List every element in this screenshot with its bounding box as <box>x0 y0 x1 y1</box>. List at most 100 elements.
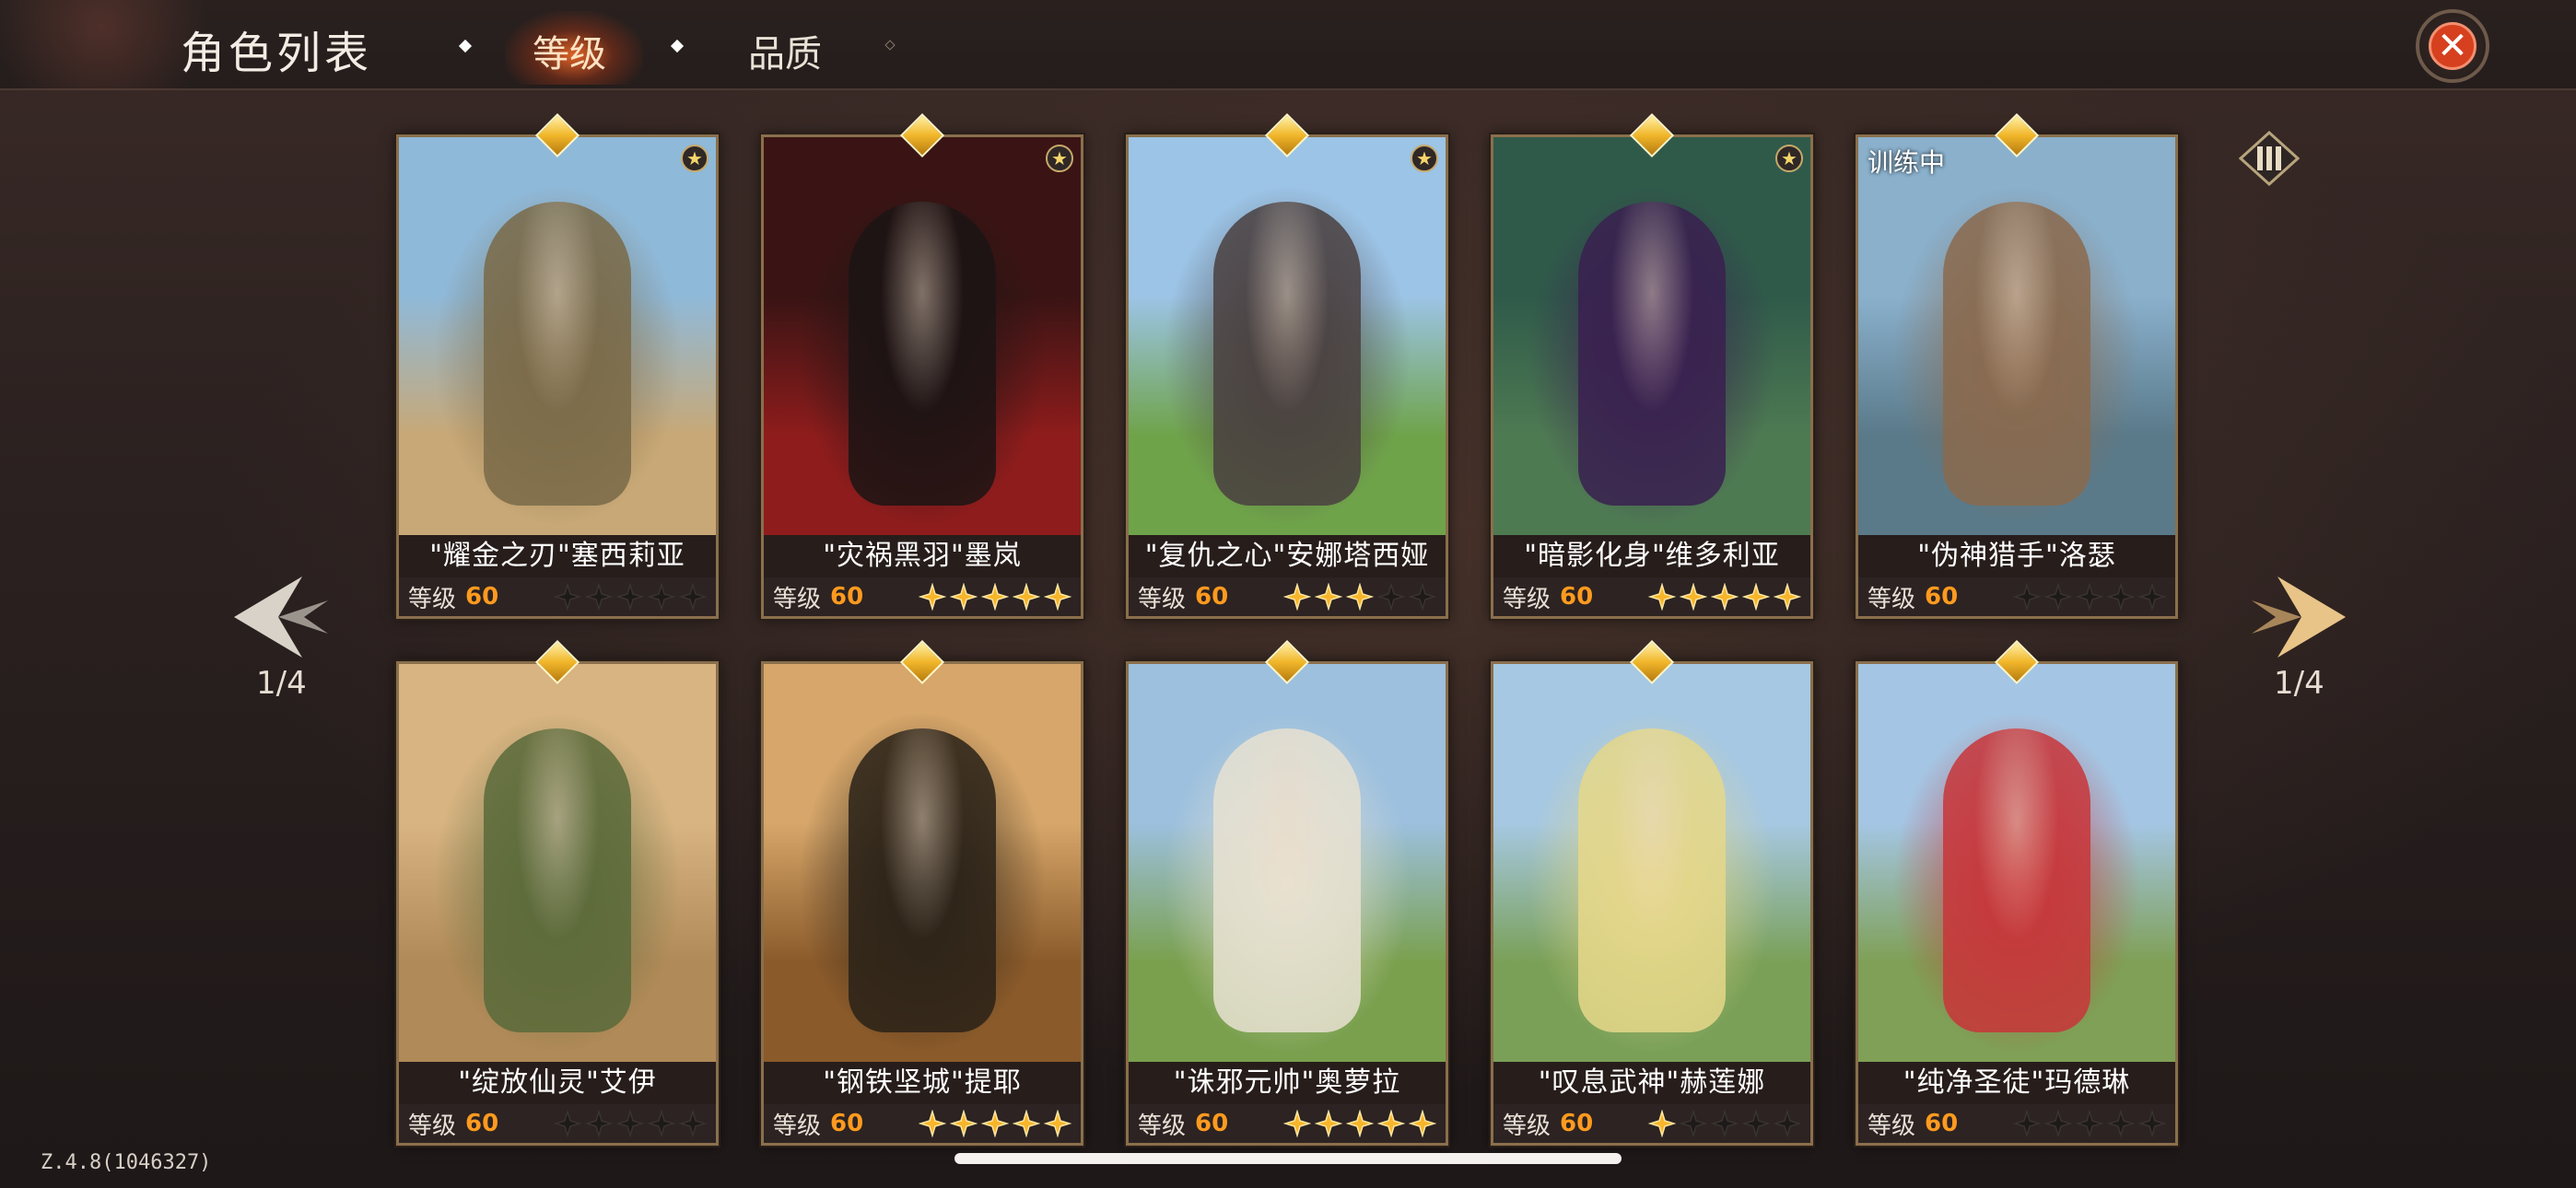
star-rating <box>554 1110 707 1137</box>
level-label: 等级 <box>1503 1112 1551 1140</box>
character-card[interactable]: "叹息武神"赫莲娜等级 60 <box>1491 661 1813 1146</box>
character-card[interactable]: ★ "灾祸黑羽"墨岚 等级 60 <box>761 134 1083 619</box>
star-icon <box>679 1110 707 1137</box>
character-card[interactable]: ★ "耀金之刃"塞西莉亚 等级 60 <box>396 134 719 619</box>
tab-quality[interactable]: 品质 <box>748 24 822 77</box>
favorite-icon[interactable]: ★ <box>1775 145 1803 172</box>
star-icon <box>2076 1110 2103 1137</box>
level-value: 60 <box>1560 583 1594 611</box>
character-silhouette <box>1578 728 1726 1032</box>
character-silhouette <box>1578 202 1726 506</box>
top-bar: 角色列表 等级 品质 ✕ <box>0 0 2576 90</box>
star-icon <box>1774 583 1801 611</box>
star-rating <box>2013 1110 2166 1137</box>
tab-divider-diamond-icon <box>884 40 896 51</box>
star-icon <box>2044 1110 2072 1137</box>
star-icon <box>1648 583 1676 611</box>
character-card[interactable]: "诛邪元帅"奥萝拉 等级 60 <box>1126 661 1448 1146</box>
tab-level[interactable]: 等级 <box>533 24 606 77</box>
star-icon <box>1346 1110 1374 1137</box>
character-silhouette <box>1213 202 1361 506</box>
home-indicator[interactable] <box>954 1153 1622 1164</box>
filter-icon <box>2238 130 2301 187</box>
favorite-icon[interactable]: ★ <box>1411 145 1438 172</box>
level-label: 等级 <box>1503 585 1551 613</box>
character-info-bar: 等级 60 <box>399 1104 716 1143</box>
character-info-bar: 等级 60 <box>399 577 716 616</box>
star-icon <box>919 583 946 611</box>
version-label: Z.4.8(1046327) <box>41 1151 212 1174</box>
next-page-button[interactable] <box>2248 571 2349 663</box>
character-name: "耀金之刃"塞西莉亚 <box>399 535 716 577</box>
star-icon <box>1315 583 1342 611</box>
star-rating <box>919 1110 1071 1137</box>
character-silhouette <box>1943 202 2090 506</box>
star-icon <box>585 1110 613 1137</box>
star-icon <box>1377 1110 1405 1137</box>
filter-button[interactable] <box>2238 130 2301 187</box>
arrow-right-icon <box>2252 577 2346 658</box>
star-icon <box>1742 1110 1770 1137</box>
character-name: "叹息武神"赫莲娜 <box>1493 1062 1810 1104</box>
prev-page-button[interactable] <box>230 571 332 663</box>
character-card[interactable]: ★ "暗影化身"维多利亚等级 60 <box>1491 134 1813 619</box>
star-icon <box>585 583 613 611</box>
character-name: "灾祸黑羽"墨岚 <box>764 535 1081 577</box>
level-value: 60 <box>830 1110 864 1137</box>
star-rating <box>1648 1110 1801 1137</box>
star-icon <box>554 1110 581 1137</box>
favorite-icon[interactable]: ★ <box>1046 145 1073 172</box>
star-icon <box>1044 1110 1071 1137</box>
character-info-bar: 等级 60 <box>1129 577 1446 616</box>
page-title: 角色列表 <box>181 28 373 79</box>
character-silhouette <box>484 202 631 506</box>
star-icon <box>1711 1110 1739 1137</box>
star-icon <box>1044 583 1071 611</box>
star-rating <box>1283 583 1436 611</box>
star-icon <box>2107 1110 2135 1137</box>
character-card[interactable]: "钢铁坚城"提耶 等级 60 <box>761 661 1083 1146</box>
character-card[interactable]: ★ "复仇之心"安娜塔西娅 等级 60 <box>1126 134 1448 619</box>
page-indicator-right: 1/4 <box>2274 665 2324 702</box>
star-icon <box>2138 583 2166 611</box>
star-icon <box>919 1110 946 1137</box>
character-name: "暗影化身"维多利亚 <box>1493 535 1810 577</box>
star-icon <box>1377 583 1405 611</box>
level-value: 60 <box>1560 1110 1594 1137</box>
character-silhouette <box>484 728 631 1032</box>
character-name: "伪神猎手"洛瑟 <box>1858 535 2175 577</box>
level-value: 60 <box>830 583 864 611</box>
star-rating <box>1648 583 1801 611</box>
star-icon <box>554 583 581 611</box>
star-icon <box>950 583 978 611</box>
character-card[interactable]: 训练中 "伪神猎手"洛瑟 等级 60 <box>1856 134 2178 619</box>
star-icon <box>1742 583 1770 611</box>
character-silhouette <box>849 728 996 1032</box>
star-icon <box>1774 1110 1801 1137</box>
tab-divider-diamond-icon <box>458 39 473 53</box>
close-button[interactable]: ✕ <box>2416 9 2489 83</box>
star-rating <box>919 583 1071 611</box>
tab-divider-diamond-icon <box>670 39 685 53</box>
star-icon <box>648 1110 675 1137</box>
star-icon <box>1283 1110 1311 1137</box>
star-icon <box>616 1110 644 1137</box>
star-icon <box>1409 583 1436 611</box>
character-silhouette <box>849 202 996 506</box>
star-icon <box>1680 583 1707 611</box>
star-icon <box>1283 583 1311 611</box>
character-info-bar: 等级 60 <box>1858 577 2175 616</box>
star-icon <box>616 583 644 611</box>
star-icon <box>1409 1110 1436 1137</box>
level-label: 等级 <box>1868 1112 1916 1140</box>
level-label: 等级 <box>408 1112 457 1140</box>
arrow-left-icon <box>234 577 328 658</box>
level-value: 60 <box>1195 583 1229 611</box>
character-info-bar: 等级 60 <box>1858 1104 2175 1143</box>
character-card[interactable]: "绽放仙灵"艾伊 等级 60 <box>396 661 719 1146</box>
star-icon <box>648 583 675 611</box>
favorite-icon[interactable]: ★ <box>681 145 708 172</box>
page-indicator-left: 1/4 <box>256 665 307 702</box>
level-label: 等级 <box>773 1112 822 1140</box>
character-card[interactable]: "纯净圣徒"玛德琳 等级 60 <box>1856 661 2178 1146</box>
